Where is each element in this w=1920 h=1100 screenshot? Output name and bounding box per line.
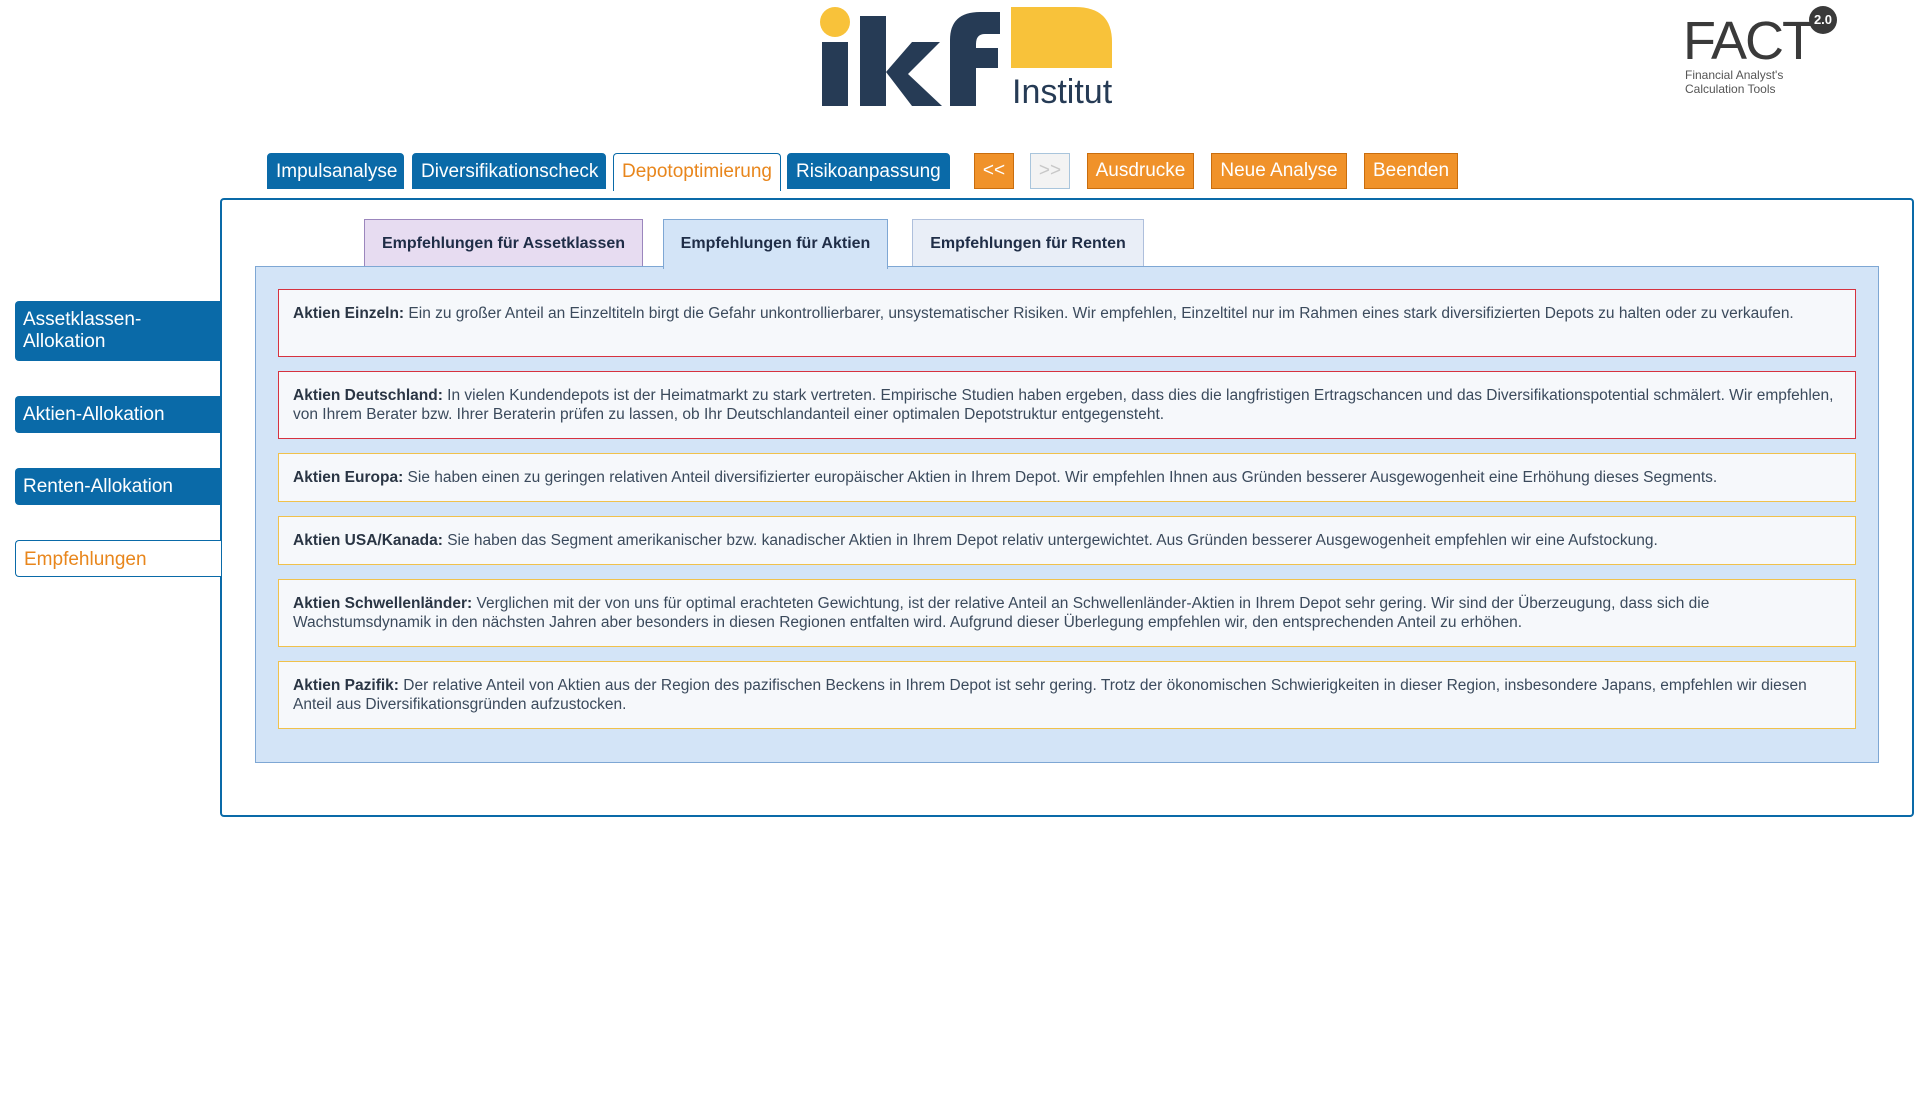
recommendation-aktien-pazifik: Aktien Pazifik: Der relative Anteil von … [278, 661, 1856, 729]
recommendation-aktien-europa: Aktien Europa: Sie haben einen zu gering… [278, 453, 1856, 502]
institut-text: Institut [1012, 73, 1113, 110]
tab-depotoptimierung[interactable]: Depotoptimierung [613, 153, 781, 191]
recommendation-title: Aktien Deutschland: [293, 387, 443, 404]
recommendation-aktien-schwellenlaender: Aktien Schwellenländer: Verglichen mit d… [278, 579, 1856, 647]
fact-version-badge: 2.0 [1809, 6, 1837, 34]
recommendation-aktien-einzeln: Aktien Einzeln: Ein zu großer Anteil an … [278, 289, 1856, 357]
sidebar-item-assetklassen-allokation[interactable]: Assetklassen-Allokation [15, 301, 221, 361]
recommendation-text: Der relative Anteil von Aktien aus der R… [293, 677, 1807, 713]
fact-subtitle: Financial Analyst's Calculation Tools [1685, 68, 1783, 96]
recommendation-text: Sie haben das Segment amerikanischer bzw… [447, 532, 1658, 549]
new-analysis-button[interactable]: Neue Analyse [1211, 153, 1347, 189]
fact-logo-word: FACT [1683, 11, 1815, 71]
recommendation-text: Verglichen mit der von uns für optimal e… [293, 595, 1710, 631]
recommendations-panel: Aktien Einzeln: Ein zu großer Anteil an … [255, 266, 1879, 763]
tab-diversifikationscheck[interactable]: Diversifikationscheck [412, 153, 606, 189]
next-button[interactable]: >> [1030, 153, 1070, 189]
recommendation-text: Ein zu großer Anteil an Einzeltiteln bir… [408, 305, 1794, 322]
fact-subtitle-line1: Financial Analyst's [1685, 68, 1784, 82]
sidebar-item-renten-allokation[interactable]: Renten-Allokation [15, 468, 221, 505]
recommendation-title: Aktien Schwellenländer: [293, 595, 473, 612]
recommendation-aktien-usa-kanada: Aktien USA/Kanada: Sie haben das Segment… [278, 516, 1856, 565]
fact-logo: FACT 2.0 Financial Analyst's Calculation… [1683, 2, 1843, 102]
recommendation-title: Aktien USA/Kanada: [293, 532, 443, 549]
previous-button[interactable]: << [974, 153, 1014, 189]
fact-subtitle-line2: Calculation Tools [1685, 82, 1776, 96]
ikf-logo-graphic: Institut [820, 7, 1113, 111]
subtab-assetklassen[interactable]: Empfehlungen für Assetklassen [364, 219, 643, 267]
recommendation-title: Aktien Einzeln: [293, 305, 405, 322]
exit-button[interactable]: Beenden [1364, 153, 1458, 189]
subtab-aktien[interactable]: Empfehlungen für Aktien [663, 219, 888, 269]
tab-impulsanalyse[interactable]: Impulsanalyse [267, 153, 404, 189]
sidebar-item-aktien-allokation[interactable]: Aktien-Allokation [15, 396, 221, 433]
recommendation-text: Sie haben einen zu geringen relativen An… [407, 469, 1718, 486]
recommendation-title: Aktien Pazifik: [293, 677, 399, 694]
recommendation-aktien-deutschland: Aktien Deutschland: In vielen Kundendepo… [278, 371, 1856, 439]
ikf-logo: Institut [820, 2, 1120, 111]
recommendation-text: In vielen Kundendepots ist der Heimatmar… [293, 387, 1834, 423]
subtab-renten[interactable]: Empfehlungen für Renten [912, 219, 1144, 267]
recommendation-title: Aktien Europa: [293, 469, 404, 486]
sidebar-item-empfehlungen[interactable]: Empfehlungen [15, 540, 221, 577]
print-button[interactable]: Ausdrucke [1087, 153, 1194, 189]
tab-risikoanpassung[interactable]: Risikoanpassung [787, 153, 950, 189]
